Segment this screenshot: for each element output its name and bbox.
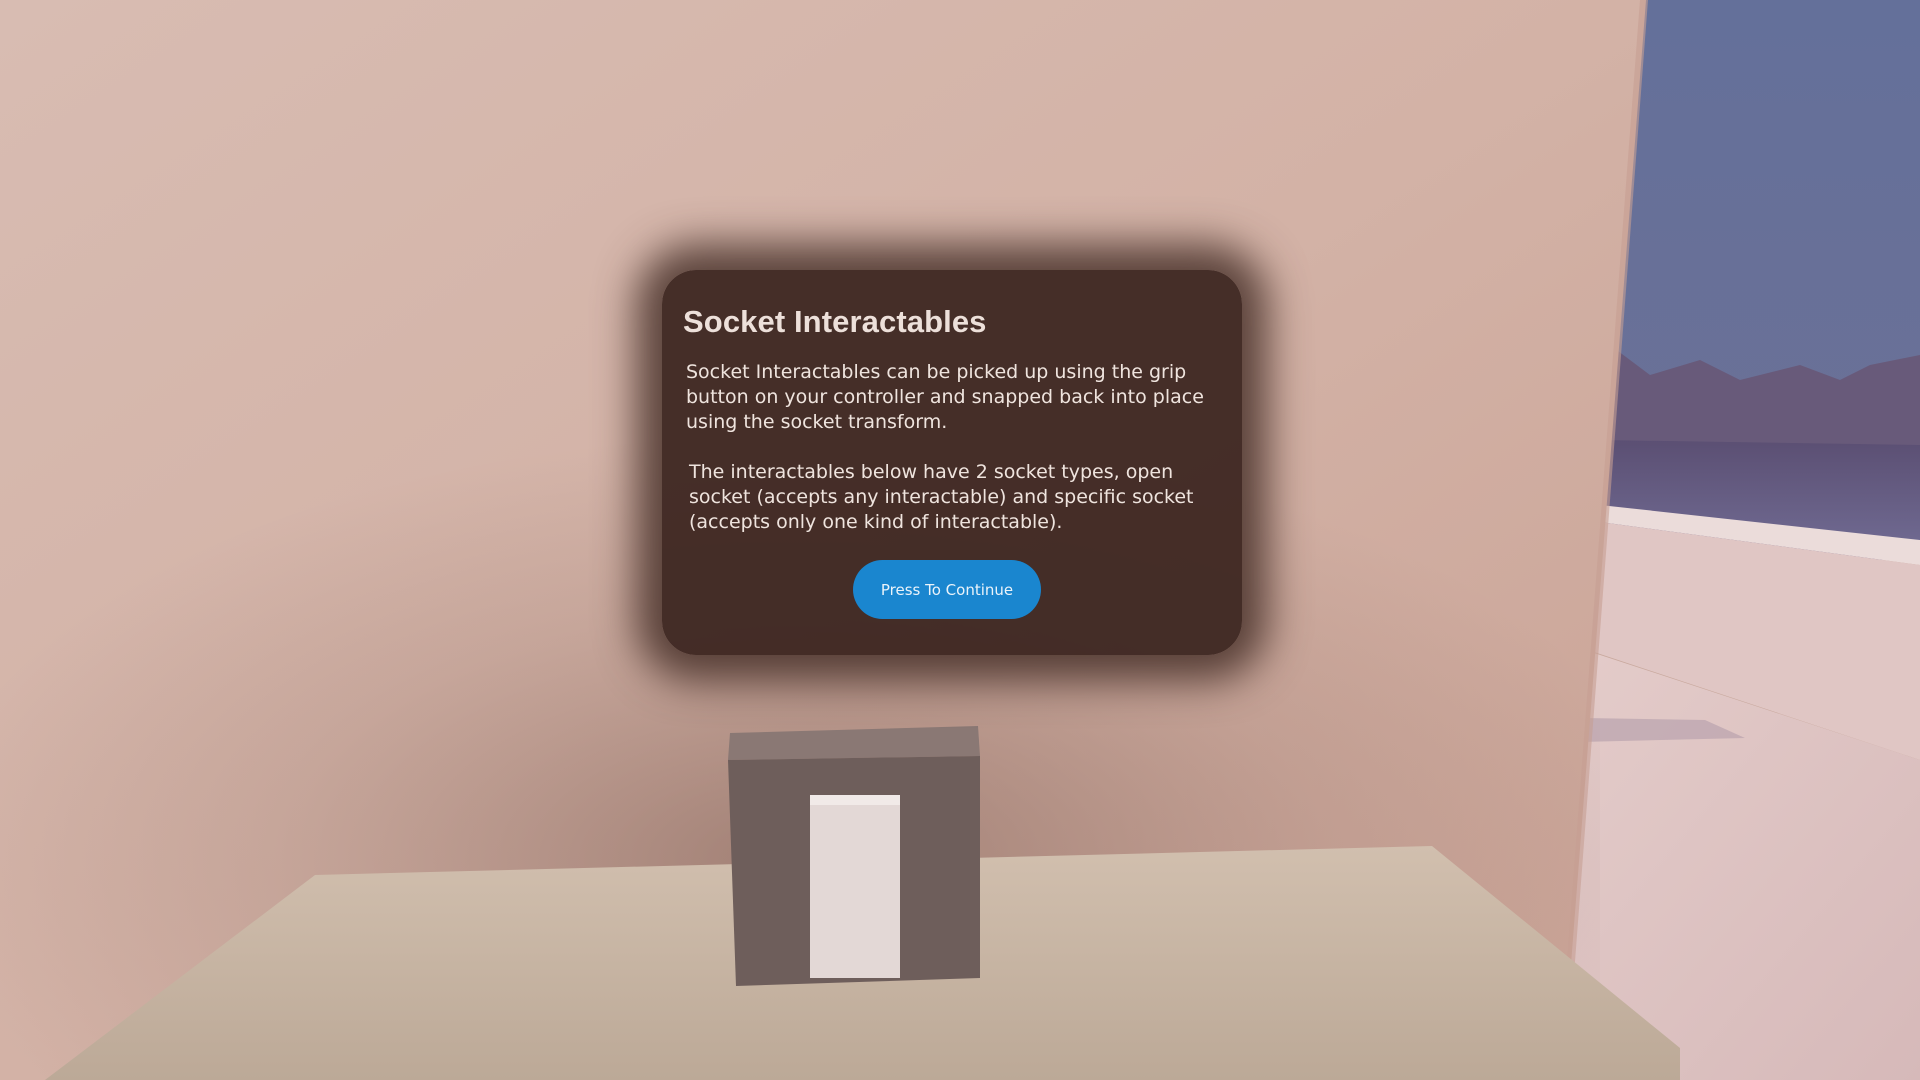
panel-description-1: Socket Interactables can be picked up us… bbox=[686, 361, 1204, 433]
panel-description-2: The interactables below have 2 socket ty… bbox=[689, 461, 1194, 533]
interactable-block-top bbox=[810, 795, 900, 805]
continue-button[interactable]: Press To Continue bbox=[853, 560, 1041, 619]
tutorial-panel: Socket Interactables Socket Interactable… bbox=[662, 270, 1242, 655]
panel-title: Socket Interactables bbox=[683, 304, 987, 339]
vr-scene: Socket Interactables Socket Interactable… bbox=[0, 0, 1920, 1080]
interactable-block bbox=[810, 795, 900, 978]
